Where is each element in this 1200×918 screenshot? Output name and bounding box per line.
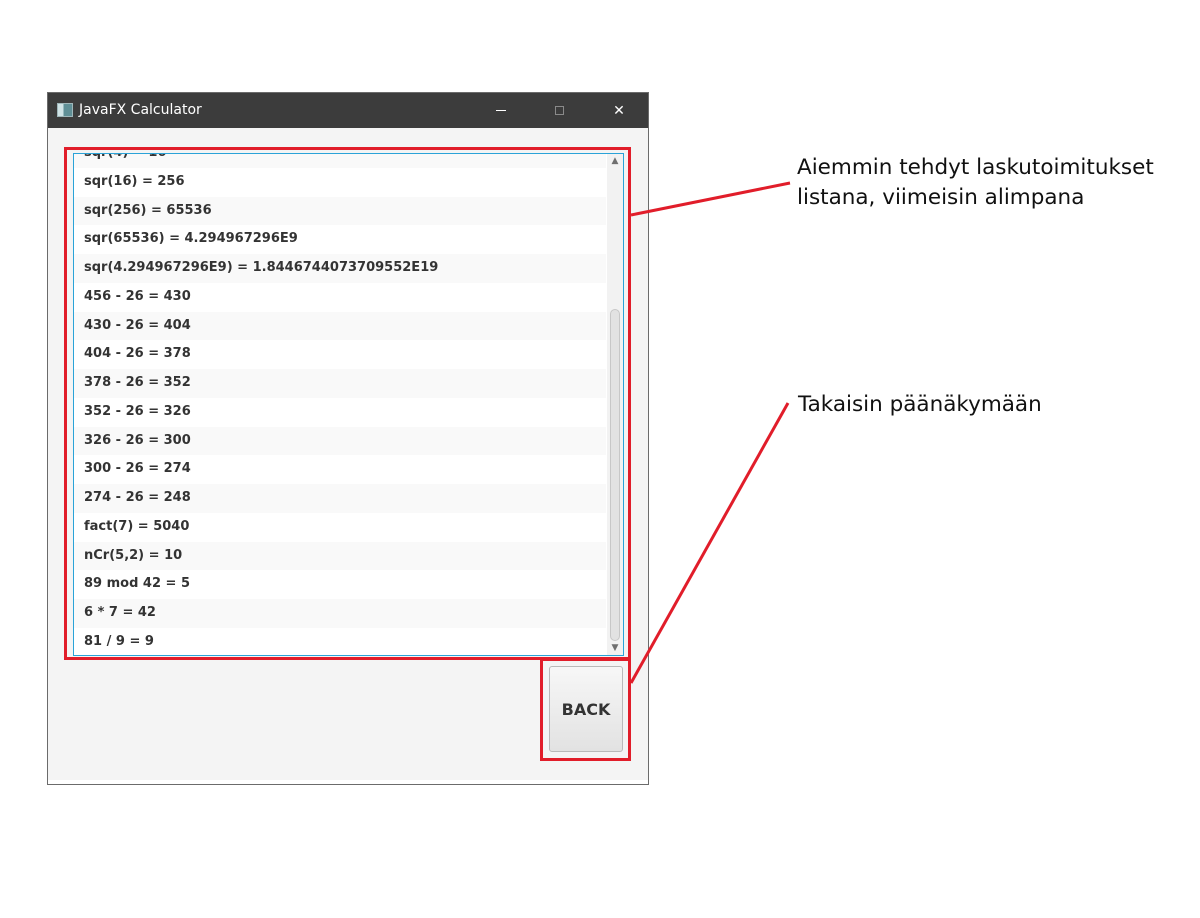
title-bar[interactable]: JavaFX Calculator ✕ bbox=[48, 93, 648, 128]
minimize-icon bbox=[496, 110, 506, 111]
app-icon bbox=[57, 103, 73, 117]
history-list-highlight bbox=[64, 147, 631, 660]
back-button-highlight bbox=[540, 658, 631, 761]
annotation-line: Aiemmin tehdyt laskutoimitukset bbox=[797, 155, 1154, 180]
maximize-button[interactable] bbox=[530, 93, 588, 128]
back-button-annotation: Takaisin päänäkymään bbox=[798, 392, 1042, 417]
close-icon: ✕ bbox=[613, 102, 625, 119]
close-button[interactable]: ✕ bbox=[590, 93, 648, 128]
minimize-button[interactable] bbox=[472, 93, 530, 128]
window-bottom-edge bbox=[48, 780, 648, 784]
maximize-icon bbox=[554, 106, 564, 115]
window-title: JavaFX Calculator bbox=[79, 102, 202, 118]
annotation-line: listana, viimeisin alimpana bbox=[797, 185, 1085, 210]
history-list-annotation: Aiemmin tehdyt laskutoimitukset listana,… bbox=[797, 153, 1154, 213]
list-leader-line bbox=[630, 181, 791, 217]
back-leader-line bbox=[629, 402, 790, 684]
